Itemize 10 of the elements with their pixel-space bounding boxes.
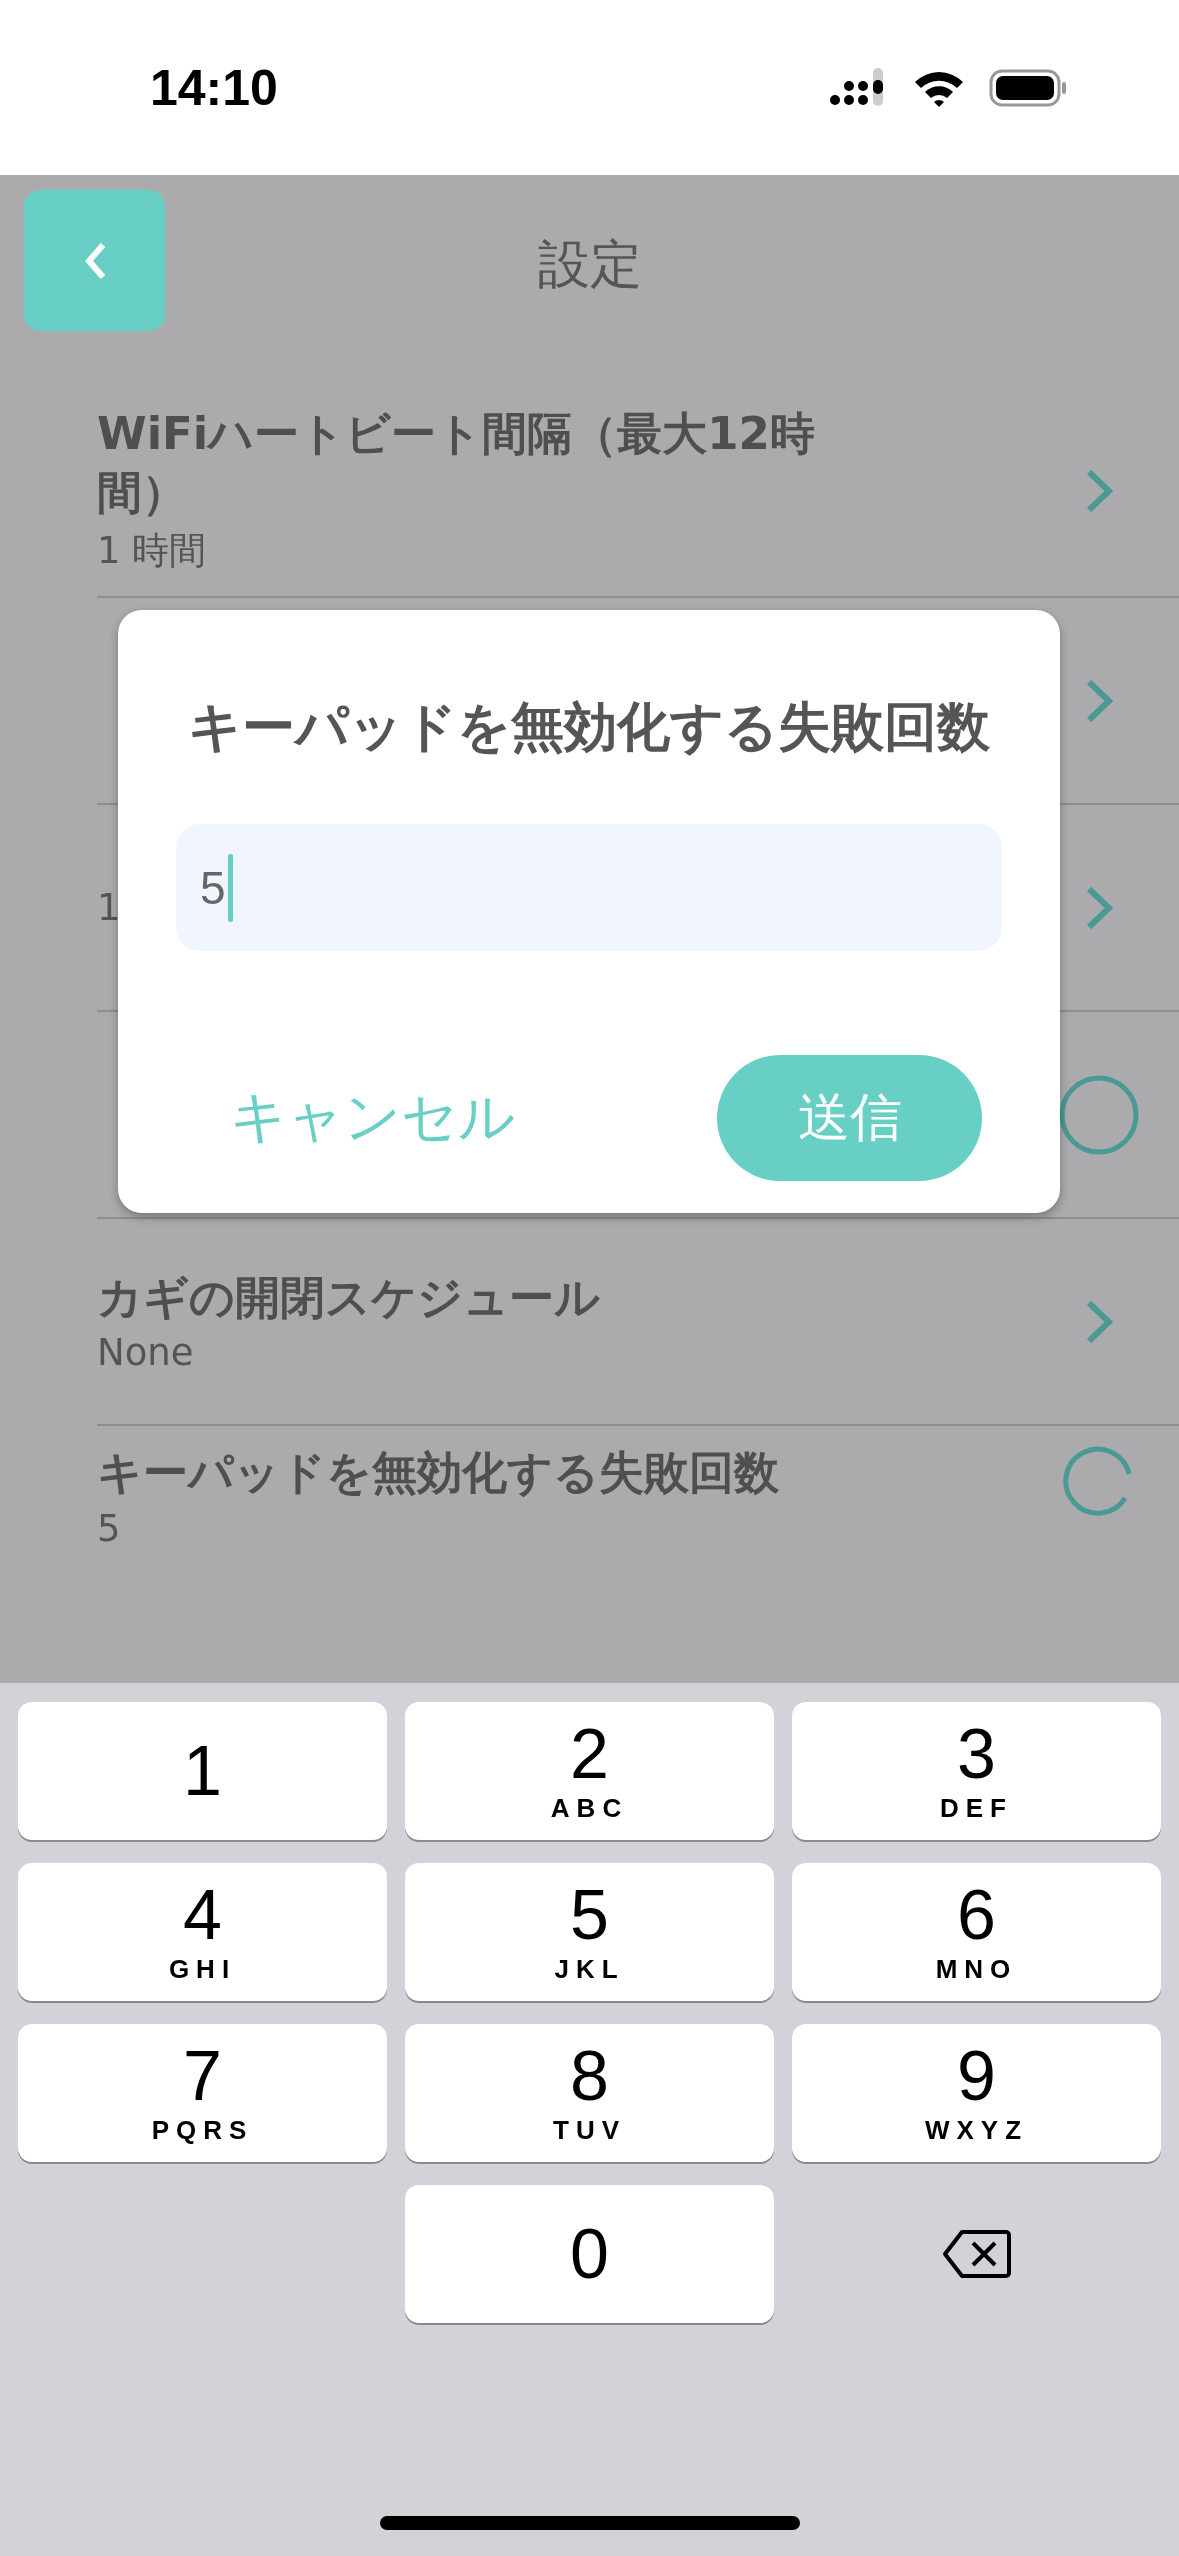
setting-title: カギの開閉スケジュール bbox=[97, 1269, 600, 1326]
page-title: 設定 bbox=[537, 233, 642, 296]
setting-title: キーパッドを無効化する失敗回数 bbox=[97, 1445, 779, 1501]
dialog-title: キーパッドを無効化する失敗回数 bbox=[188, 695, 990, 759]
setting-value: 1 bbox=[97, 886, 121, 929]
setting-value: 1 時間 bbox=[97, 528, 208, 574]
setting-value: None bbox=[97, 1331, 195, 1375]
setting-title: WiFiハートビート間隔（最大12時間） bbox=[97, 406, 816, 521]
setting-value: 5 bbox=[97, 1506, 122, 1550]
status-time: 14:10 bbox=[150, 58, 278, 117]
